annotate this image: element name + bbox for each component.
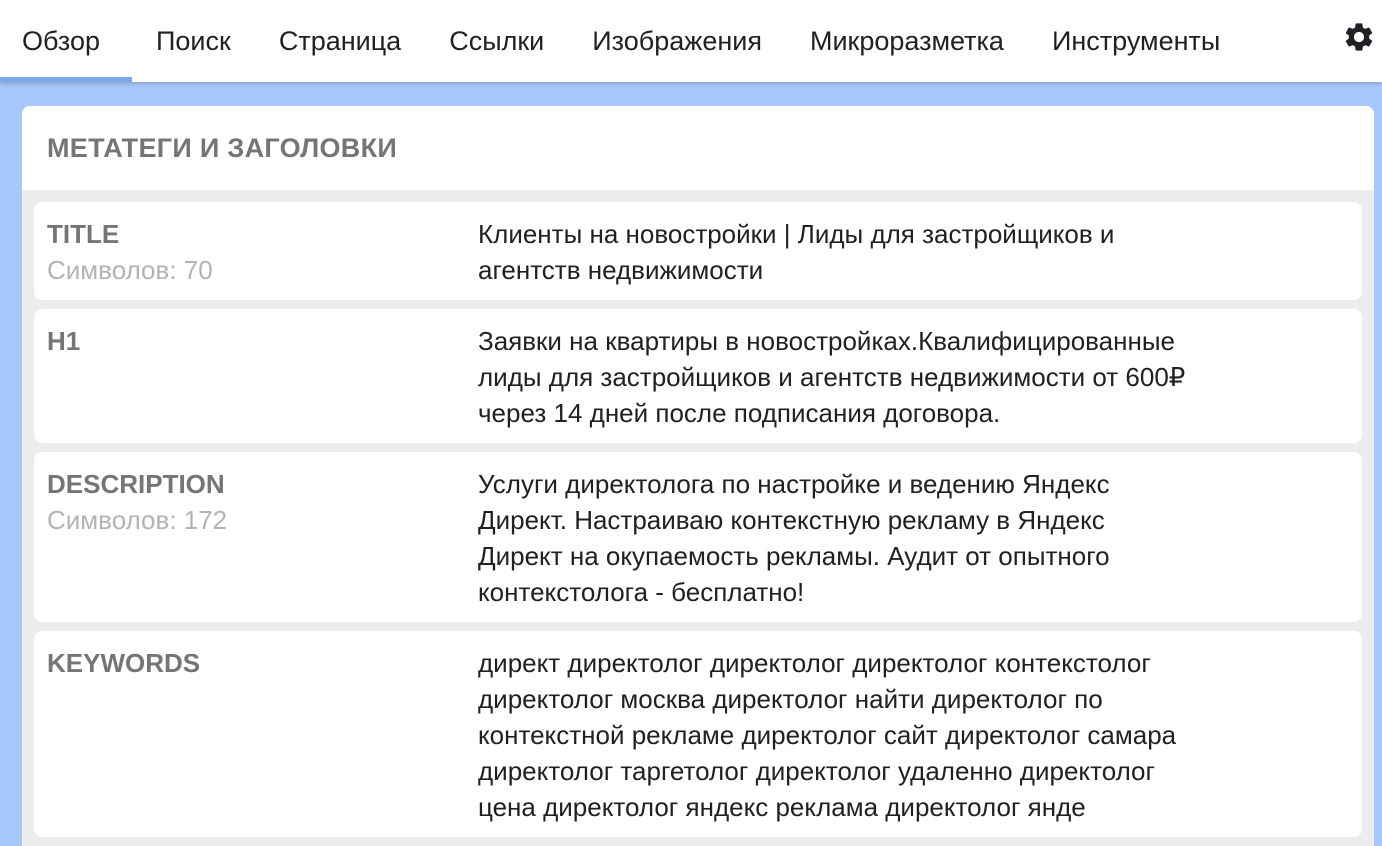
tab-tools[interactable]: Инструменты: [1028, 0, 1244, 82]
row-value: директ директолог директолог директолог …: [478, 645, 1298, 825]
gear-icon[interactable]: [1342, 20, 1376, 54]
label-name: H1: [47, 326, 81, 356]
value-line: Директ на окупаемость рекламы. Аудит от …: [478, 541, 1110, 571]
card-title: МЕТАТЕГИ И ЗАГОЛОВКИ: [47, 132, 398, 163]
label-name: KEYWORDS: [47, 648, 201, 678]
value-line: директ директолог директолог директолог …: [478, 648, 1151, 678]
tab-images[interactable]: Изображения: [568, 0, 786, 82]
row-keywords: KEYWORDS директ директолог директолог ди…: [34, 631, 1362, 837]
tab-bar: Обзор Поиск Страница Ссылки Изображения …: [0, 0, 1382, 82]
row-label: TITLE Символов: 70: [47, 216, 478, 288]
value-line: через 14 дней после подписания договора.: [478, 398, 1001, 428]
value-line: Заявки на квартиры в новостройках.Квалиф…: [478, 326, 1175, 356]
metatags-list: TITLE Символов: 70 Клиенты на новостройк…: [22, 190, 1374, 837]
row-h1: H1 Заявки на квартиры в новостройках.Ква…: [34, 309, 1362, 443]
char-count: Символов: 70: [47, 255, 213, 285]
row-description: DESCRIPTION Символов: 172 Услуги директо…: [34, 452, 1362, 622]
row-label: H1: [47, 323, 478, 431]
value-line: контекстолога - бесплатно!: [478, 577, 805, 607]
value-line: Директ. Настраиваю контекстную рекламу в…: [478, 505, 1105, 535]
value-line: контекстной рекламе директолог сайт дире…: [478, 720, 1177, 750]
label-name: TITLE: [47, 219, 120, 249]
char-count: Символов: 172: [47, 505, 228, 535]
value-line: лиды для застройщиков и агентств недвижи…: [478, 362, 1186, 392]
row-value: Клиенты на новостройки | Лиды для застро…: [478, 216, 1298, 288]
label-name: DESCRIPTION: [47, 469, 225, 499]
tab-search[interactable]: Поиск: [132, 0, 255, 82]
row-label: DESCRIPTION Символов: 172: [47, 466, 478, 610]
value-line: цена директолог яндекс реклама директоло…: [478, 792, 1086, 822]
value-line: директолог таргетолог директолог удаленн…: [478, 756, 1156, 786]
tab-markup[interactable]: Микроразметка: [786, 0, 1028, 82]
value-line: директолог москва директолог найти дирек…: [478, 684, 1103, 714]
card-header: МЕТАТЕГИ И ЗАГОЛОВКИ: [22, 106, 1374, 190]
metatags-card: МЕТАТЕГИ И ЗАГОЛОВКИ TITLE Символов: 70 …: [22, 106, 1374, 846]
tab-overview[interactable]: Обзор: [0, 0, 132, 82]
tab-page[interactable]: Страница: [255, 0, 425, 82]
value-line: Клиенты на новостройки | Лиды для застро…: [478, 219, 1115, 249]
row-label: KEYWORDS: [47, 645, 478, 825]
tab-links[interactable]: Ссылки: [425, 0, 568, 82]
value-line: Услуги директолога по настройке и ведени…: [478, 469, 1110, 499]
row-value: Услуги директолога по настройке и ведени…: [478, 466, 1298, 610]
value-line: агентств недвижимости: [478, 255, 764, 285]
row-title: TITLE Символов: 70 Клиенты на новостройк…: [34, 202, 1362, 300]
row-value: Заявки на квартиры в новостройках.Квалиф…: [478, 323, 1298, 431]
